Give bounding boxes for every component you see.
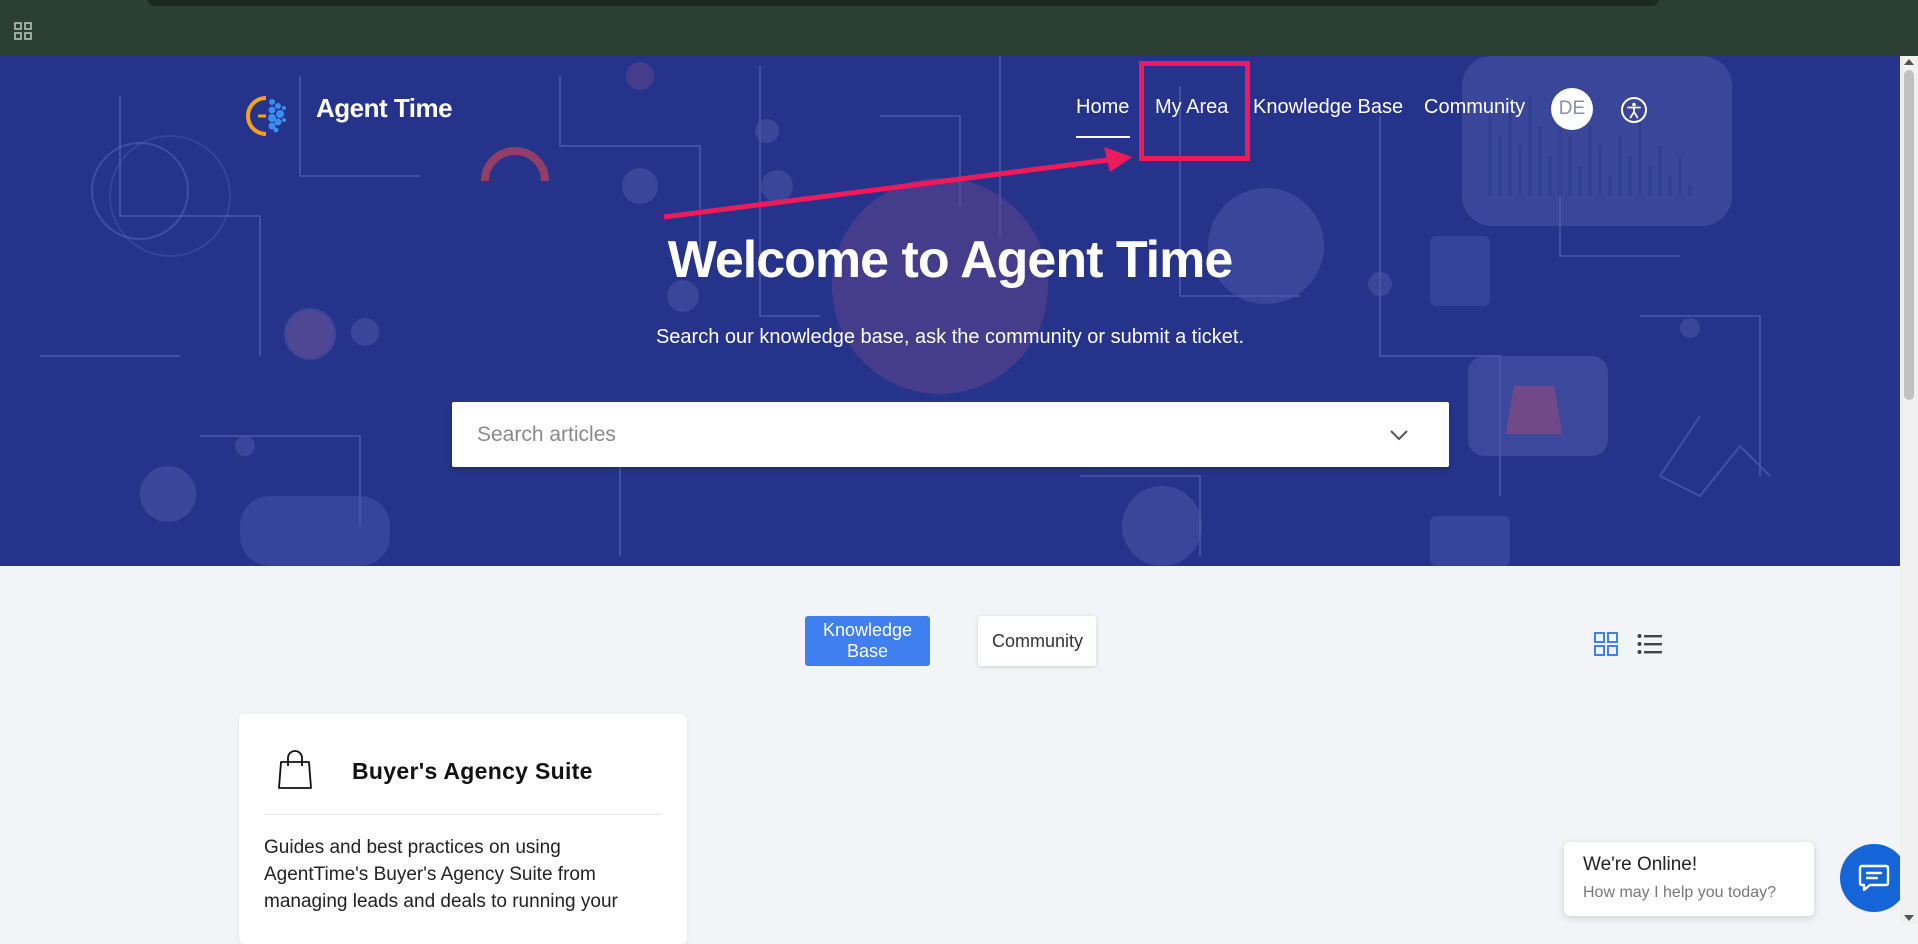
hero-subtitle: Search our knowledge base, ask the commu… (655, 326, 1245, 348)
category-card[interactable]: Buyer's Agency Suite Guides and best pra… (239, 714, 687, 944)
hero-title: Welcome to Agent Time (667, 231, 1234, 289)
shopping-bag-icon (278, 750, 312, 789)
scroll-up-arrow-icon[interactable] (1904, 59, 1914, 65)
chevron-down-icon[interactable] (1387, 423, 1411, 447)
browser-top-bar (0, 0, 1918, 56)
tab-community[interactable]: Community (978, 616, 1096, 666)
scrollbar-thumb[interactable] (1904, 70, 1914, 400)
user-avatar[interactable]: DE (1551, 88, 1593, 130)
card-description: Guides and best practices on using Agent… (264, 837, 618, 912)
grid-view-icon[interactable] (1594, 632, 1618, 656)
chat-subtitle: How may I help you today? (1583, 884, 1776, 901)
nav-knowledge-base[interactable]: Knowledge Base (1253, 96, 1403, 119)
nav-active-indicator (1076, 136, 1130, 138)
search-bar (452, 402, 1449, 467)
brand-name[interactable]: Agent Time (316, 93, 453, 124)
chat-title: We're Online! (1583, 854, 1698, 875)
card-title[interactable]: Buyer's Agency Suite (352, 758, 593, 785)
chat-icon (1858, 864, 1890, 892)
scroll-down-arrow-icon[interactable] (1904, 915, 1914, 921)
annotation-highlight-box (1139, 61, 1250, 161)
nav-home[interactable]: Home (1076, 96, 1129, 119)
accessibility-icon[interactable] (1620, 96, 1648, 124)
agent-time-logo[interactable] (244, 92, 294, 138)
browser-tab-strip (148, 0, 1658, 6)
search-input[interactable] (452, 402, 1357, 467)
grid-apps-icon[interactable] (14, 22, 32, 40)
tab-knowledge-base[interactable]: Knowledge Base (805, 616, 930, 666)
list-view-icon[interactable] (1637, 632, 1663, 656)
chat-greeting-bubble[interactable]: We're Online! How may I help you today? (1564, 842, 1814, 916)
page-scrollbar[interactable] (1900, 56, 1918, 924)
nav-community[interactable]: Community (1424, 96, 1525, 119)
chat-launcher-button[interactable] (1840, 844, 1908, 912)
card-divider (264, 814, 662, 815)
